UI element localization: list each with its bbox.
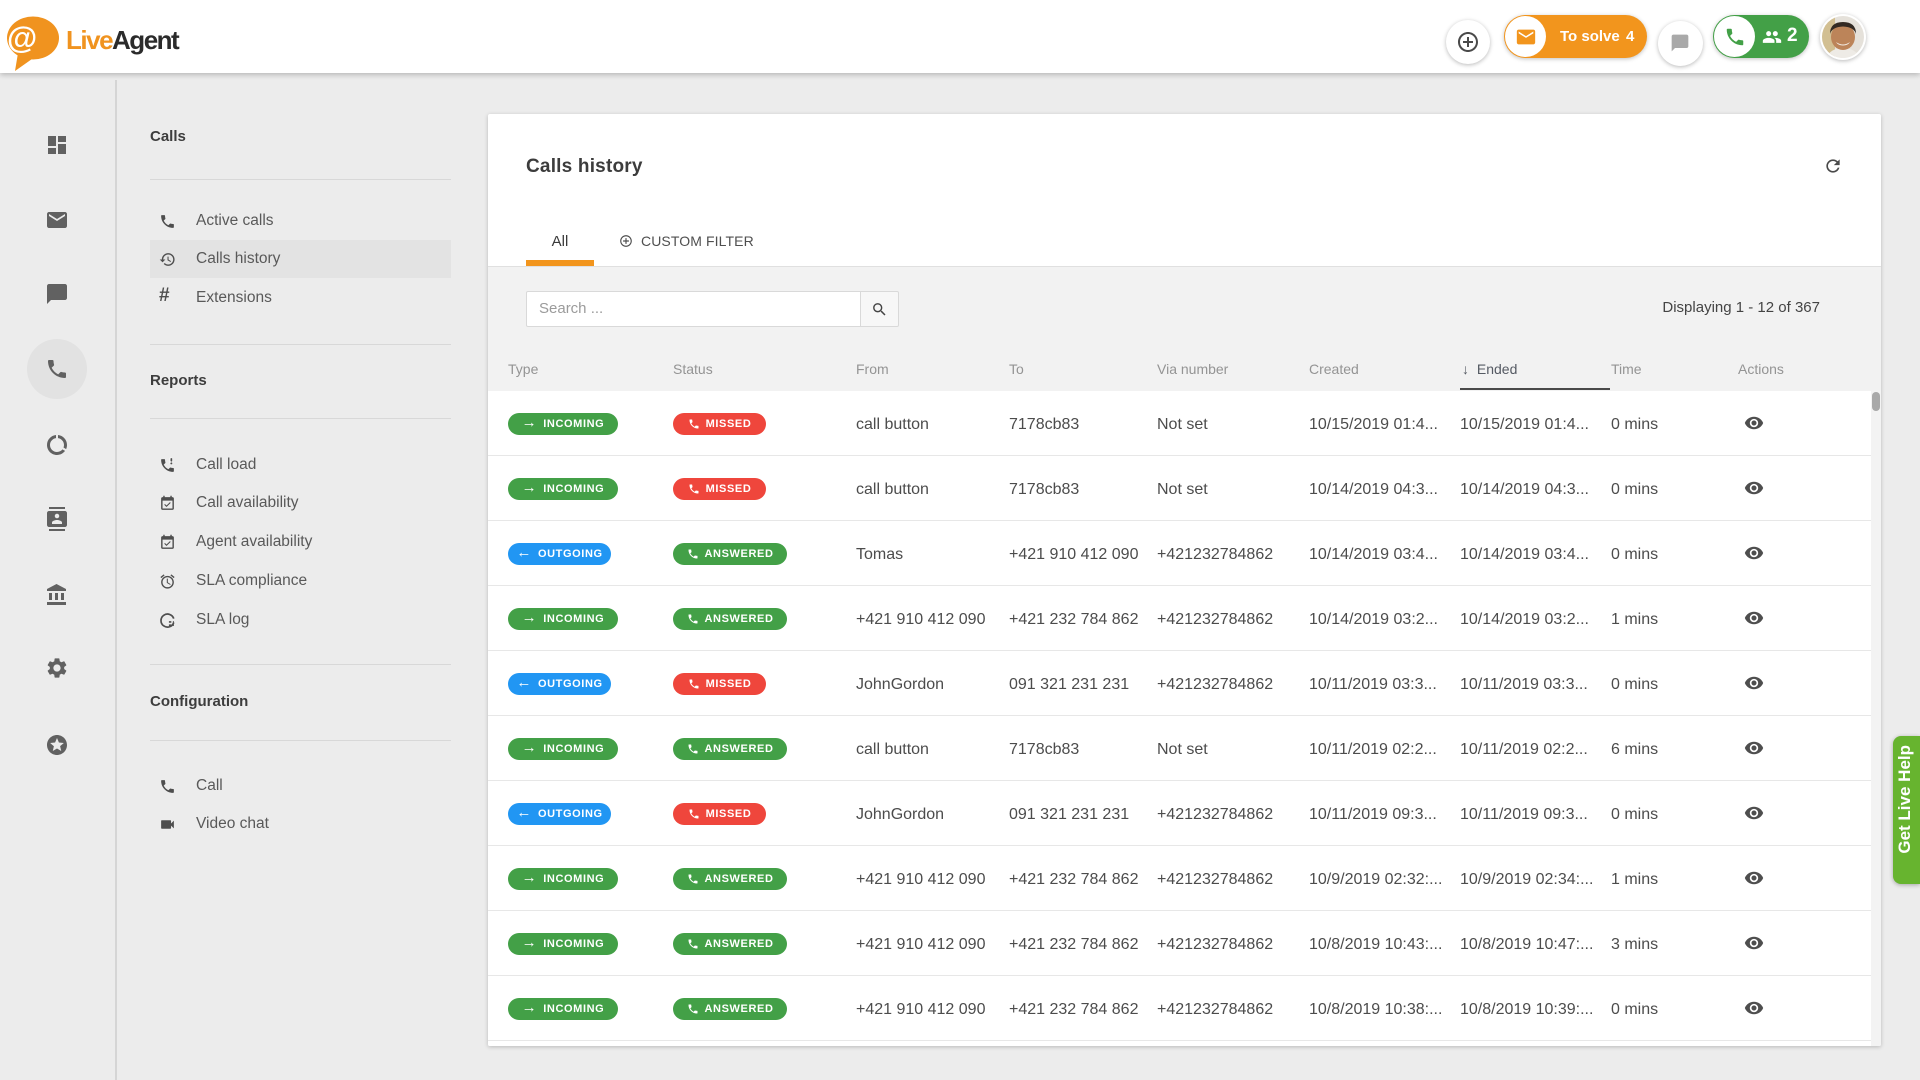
svg-text:@: @ — [7, 20, 37, 55]
